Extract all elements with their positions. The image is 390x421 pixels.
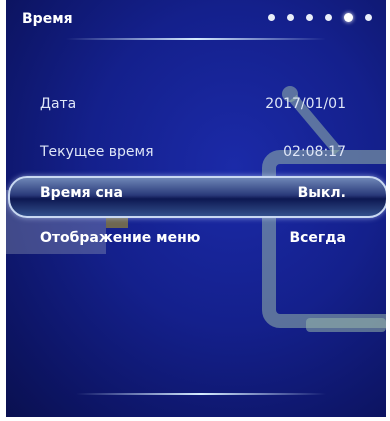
page-dot [268,14,275,21]
tv-stand [306,318,386,332]
setting-value: Выкл. [297,185,346,201]
setting-label: Дата [40,96,77,112]
page-title: Время [22,11,73,27]
setting-row-menu-display[interactable]: Отображение меню Всегда [6,226,386,252]
divider-top [66,38,326,40]
page-dot [365,14,372,21]
setting-row-current-time[interactable]: Текущее время 02:08:17 [6,140,386,166]
setting-label: Текущее время [40,144,154,160]
setting-label: Отображение меню [40,230,201,246]
settings-screen: Время Дата 2017/01/01 Текущее время 02:0… [6,0,386,417]
divider-bottom [76,393,326,395]
setting-label: Время сна [40,185,123,201]
page-dot [325,14,332,21]
page-dot-active [344,13,353,22]
page-dot [306,14,313,21]
page-dot [287,14,294,21]
page-indicator [268,13,372,22]
setting-value: 02:08:17 [283,144,346,160]
setting-row-sleep-time[interactable]: Время сна Выкл. [6,181,386,207]
setting-value: Всегда [289,230,346,246]
setting-value: 2017/01/01 [265,96,346,112]
title-bar: Время [6,0,386,40]
setting-row-date[interactable]: Дата 2017/01/01 [6,92,386,118]
